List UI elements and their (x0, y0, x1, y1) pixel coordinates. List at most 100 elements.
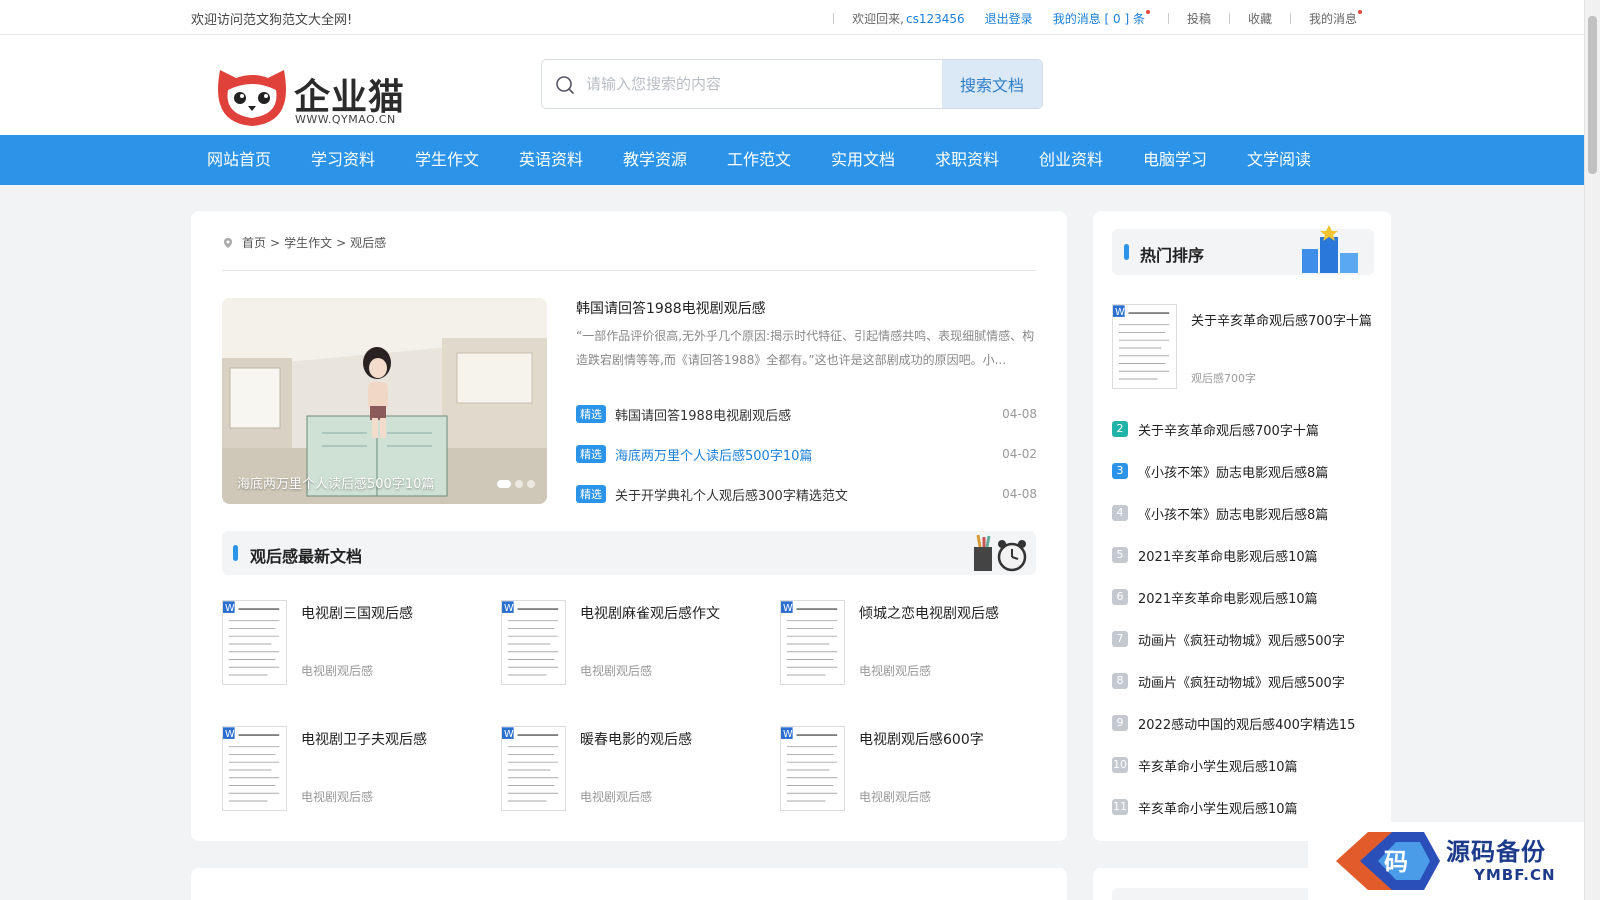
messages-link[interactable]: 我的消息 [ 0 ] 条 (1053, 10, 1150, 27)
slider-caption: 海底两万里个人读后感500字10篇 (237, 477, 435, 492)
messages-link-label: 我的消息 [ 0 ] 条 (1052, 12, 1145, 26)
slider-dot[interactable] (497, 480, 511, 488)
doc-card[interactable]: W 暖春电影的观后感 电视剧观后感 (501, 726, 780, 812)
pick-tag: 精选 (576, 445, 606, 463)
code-diamond-logo-icon: 码 (1336, 832, 1440, 890)
section-title: 热门排序 (1140, 246, 1205, 265)
site-logo[interactable]: 企业猫 WWW.QYMAO.CN (216, 64, 416, 129)
nav-item-home[interactable]: 网站首页 (187, 135, 291, 185)
svg-text:W: W (504, 729, 514, 740)
nav-item-student-essays[interactable]: 学生作文 (395, 135, 499, 185)
pick-title: 关于开学典礼个人观后感300字精选范文 (615, 488, 848, 504)
list-item[interactable]: 精选 海底两万里个人读后感500字10篇 04-02 (576, 434, 1037, 474)
logo-url: WWW.QYMAO.CN (295, 113, 396, 126)
my-messages-link[interactable]: 我的消息 (1309, 10, 1362, 27)
list-item[interactable]: 7 动画片《疯狂动物城》观后感500字 (1112, 618, 1374, 660)
slider-dots (493, 480, 535, 488)
logout-link[interactable]: 退出登录 (985, 10, 1033, 27)
nav-item-work[interactable]: 工作范文 (707, 135, 811, 185)
word-doc-thumbnail-icon: W (222, 726, 287, 811)
top-bar-links: 欢迎回来, cs123456 退出登录 我的消息 [ 0 ] 条 投稿 收藏 我… (815, 10, 1362, 27)
list-item[interactable]: 10 辛亥革命小学生观后感10篇 (1112, 744, 1374, 786)
search-button[interactable]: 搜索文档 (942, 60, 1042, 108)
doc-title: 倾城之恋电视剧观后感 (859, 606, 999, 622)
nav-item-startup[interactable]: 创业资料 (1019, 135, 1123, 185)
doc-card[interactable]: W 电视剧麻雀观后感作文 电视剧观后感 (501, 600, 780, 686)
word-doc-thumbnail-icon: W (501, 726, 566, 811)
pick-title: 海底两万里个人读后感500字10篇 (615, 448, 813, 464)
doc-card[interactable]: W 电视剧三国观后感 电视剧观后感 (222, 600, 501, 686)
main-content: 首页 > 学生作文 > 观后感 海底两万里个人读后感500字10篇 韩国请回答1… (191, 211, 1067, 841)
list-item[interactable]: 6 2021辛亥革命电影观后感10篇 (1112, 576, 1374, 618)
latest-docs-grid: W 电视剧三国观后感 电视剧观后感 W 电视剧麻雀观后感作文 电视剧观后感 W … (222, 600, 1042, 812)
doc-title: 暖春电影的观后感 (580, 732, 692, 748)
image-slider[interactable]: 海底两万里个人读后感500字10篇 (222, 298, 547, 504)
word-doc-thumbnail-icon: W (1112, 304, 1177, 389)
list-item[interactable]: 精选 关于开学典礼个人观后感300字精选范文 04-08 (576, 474, 1037, 514)
svg-text:W: W (225, 603, 235, 614)
breadcrumb-student-essays[interactable]: 学生作文 (284, 234, 332, 251)
watermark-en: YMBF.CN (1474, 866, 1556, 884)
location-pin-icon (224, 237, 232, 248)
doc-title: 电视剧三国观后感 (301, 606, 413, 622)
breadcrumb-current: 观后感 (350, 236, 387, 250)
svg-text:W: W (783, 603, 793, 614)
username-link[interactable]: cs123456 (906, 12, 965, 26)
rank-title: 动画片《疯狂动物城》观后感500字 (1138, 633, 1345, 649)
pencil-clock-icon (974, 534, 1027, 572)
doc-card[interactable]: W 倾城之恋电视剧观后感 电视剧观后感 (780, 600, 1042, 686)
main-nav: 网站首页 学习资料 学生作文 英语资料 教学资源 工作范文 实用文档 求职资料 … (0, 135, 1584, 185)
doc-title: 电视剧麻雀观后感作文 (580, 606, 720, 622)
breadcrumb-separator: > (270, 235, 281, 250)
slider-dot[interactable] (527, 480, 535, 488)
list-item[interactable]: 8 动画片《疯狂动物城》观后感500字 (1112, 660, 1374, 702)
scrollbar-thumb[interactable] (1588, 16, 1597, 174)
rank-title: 辛亥革命小学生观后感10篇 (1138, 759, 1298, 775)
bar-chart-trophy-icon (1302, 225, 1358, 273)
search-box: 搜索文档 (541, 59, 1043, 109)
rank-title: 2021辛亥革命电影观后感10篇 (1138, 591, 1318, 607)
list-item[interactable]: 4 《小孩不笨》励志电影观后感8篇 (1112, 492, 1374, 534)
doc-category: 电视剧观后感 (859, 790, 932, 804)
nav-item-jobs[interactable]: 求职资料 (915, 135, 1019, 185)
hot-first-item[interactable]: W 关于辛亥革命观后感700字十篇 观后感700字 (1112, 304, 1374, 390)
rank-badge: 3 (1112, 463, 1128, 479)
rank-badge: 9 (1112, 715, 1128, 731)
list-item[interactable]: 3 《小孩不笨》励志电影观后感8篇 (1112, 450, 1374, 492)
slider-dot[interactable] (515, 480, 523, 488)
nav-item-computer[interactable]: 电脑学习 (1123, 135, 1227, 185)
list-item[interactable]: 2 关于辛亥革命观后感700字十篇 (1112, 408, 1374, 450)
nav-item-practical[interactable]: 实用文档 (811, 135, 915, 185)
watermark-cn: 源码备份 (1446, 837, 1546, 866)
list-item[interactable]: 精选 韩国请回答1988电视剧观后感 04-08 (576, 394, 1037, 434)
nav-item-english[interactable]: 英语资料 (499, 135, 603, 185)
nav-item-literature[interactable]: 文学阅读 (1227, 135, 1331, 185)
search-input[interactable] (586, 60, 916, 108)
featured-title[interactable]: 韩国请回答1988电视剧观后感 (576, 298, 766, 318)
nav-item-study[interactable]: 学习资料 (291, 135, 395, 185)
favorites-link[interactable]: 收藏 (1248, 10, 1272, 27)
nav-item-teaching[interactable]: 教学资源 (603, 135, 707, 185)
rank-title: 动画片《疯狂动物城》观后感500字 (1138, 675, 1345, 691)
rank-title: 2021辛亥革命电影观后感10篇 (1138, 549, 1318, 565)
breadcrumb-home[interactable]: 首页 (242, 234, 266, 251)
rank-badge: 4 (1112, 505, 1128, 521)
breadcrumb: 首页 > 学生作文 > 观后感 (222, 234, 390, 251)
picks-list: 精选 韩国请回答1988电视剧观后感 04-08 精选 海底两万里个人读后感50… (576, 394, 1037, 514)
page-scrollbar[interactable] (1584, 0, 1600, 900)
doc-category: 电视剧观后感 (580, 790, 653, 804)
hot-ranking-panel: 热门排序 W 关于辛亥革命观后感700字十篇 观后感700字 2 关于辛亥革命观后… (1093, 211, 1391, 841)
list-item[interactable]: 9 2022感动中国的观后感400字精选15 (1112, 702, 1374, 744)
list-item[interactable]: 5 2021辛亥革命电影观后感10篇 (1112, 534, 1374, 576)
unread-dot (1358, 10, 1362, 14)
doc-card[interactable]: W 电视剧观后感600字 电视剧观后感 (780, 726, 1042, 812)
doc-category: 电视剧观后感 (301, 664, 374, 678)
submit-link[interactable]: 投稿 (1187, 10, 1211, 27)
doc-card[interactable]: W 电视剧卫子夫观后感 电视剧观后感 (222, 726, 501, 812)
rank-badge: 2 (1112, 421, 1128, 437)
featured-description: “一部作品评价很高,无外乎几个原因:揭示时代特征、引起情感共鸣、表现细腻情感、构… (576, 329, 1035, 367)
search-icon (556, 76, 574, 94)
doc-title: 电视剧卫子夫观后感 (301, 732, 427, 748)
hot-first-category: 观后感700字 (1191, 372, 1256, 385)
word-doc-thumbnail-icon: W (780, 600, 845, 685)
